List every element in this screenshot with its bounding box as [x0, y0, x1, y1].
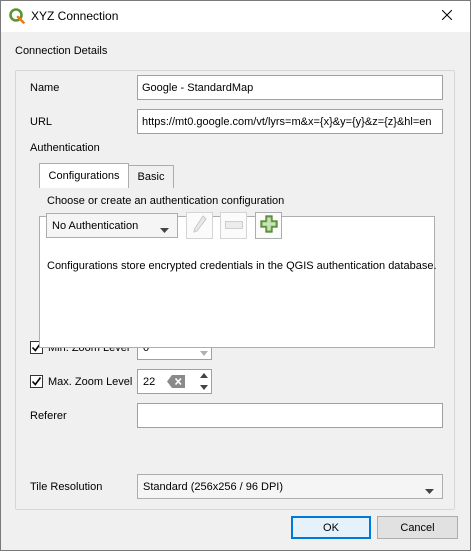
pencil-icon [192, 215, 207, 236]
choose-config-label: Choose or create an authentication confi… [47, 195, 285, 207]
tab-basic-label: Basic [137, 171, 165, 183]
authentication-label: Authentication [30, 142, 100, 154]
tile-resolution-label: Tile Resolution [30, 481, 103, 493]
max-zoom-value: 22 [143, 376, 156, 388]
auth-config-select[interactable]: No Authentication [46, 213, 178, 238]
group-title: Connection Details [15, 45, 108, 57]
max-zoom-label: Max. Zoom Level [48, 376, 133, 388]
xyz-connection-dialog: XYZ Connection Connection Details Name G… [0, 0, 471, 551]
qgis-icon [9, 8, 25, 24]
referer-label: Referer [30, 410, 67, 422]
window-title: XYZ Connection [31, 9, 119, 23]
chevron-down-icon [425, 485, 434, 497]
auth-config-value: No Authentication [52, 219, 139, 232]
clear-icon[interactable] [167, 375, 185, 391]
add-icon [259, 215, 278, 236]
checkmark-icon [31, 377, 42, 386]
chevron-down-icon [160, 224, 169, 236]
name-label: Name [30, 82, 60, 94]
url-label: URL [30, 116, 53, 128]
url-input[interactable]: https://mt0.google.com/vt/lyrs=m&x={x}&y… [137, 109, 443, 134]
dialog-content: Connection Details Name Google - Standar… [1, 32, 470, 550]
chevron-up-icon [199, 373, 208, 378]
edit-config-button[interactable] [186, 212, 213, 239]
max-zoom-increase-button[interactable] [196, 370, 211, 381]
tab-configurations-label: Configurations [48, 170, 120, 182]
remove-icon [224, 220, 243, 232]
max-zoom-checkbox[interactable] [30, 375, 43, 388]
min-zoom-decrease-button[interactable] [196, 348, 211, 359]
tab-configurations[interactable]: Configurations [39, 163, 129, 188]
name-input[interactable]: Google - StandardMap [137, 75, 443, 100]
auth-info-text: Configurations store encrypted credentia… [47, 260, 437, 272]
chevron-down-icon [199, 351, 208, 356]
max-zoom-stepper [196, 370, 211, 393]
chevron-down-icon [199, 385, 208, 390]
add-config-button[interactable] [255, 212, 282, 239]
tile-resolution-value: Standard (256x256 / 96 DPI) [143, 480, 284, 493]
tab-basic[interactable]: Basic [128, 165, 174, 188]
max-zoom-spinbox[interactable]: 22 [137, 369, 212, 394]
tile-resolution-select[interactable]: Standard (256x256 / 96 DPI) [137, 474, 443, 499]
referer-input[interactable] [137, 403, 443, 428]
ok-button-label: OK [323, 521, 339, 534]
max-zoom-decrease-button[interactable] [196, 382, 211, 393]
close-button[interactable] [424, 1, 470, 32]
cancel-button[interactable]: Cancel [377, 516, 458, 539]
cancel-button-label: Cancel [400, 521, 435, 534]
close-icon [441, 9, 453, 23]
ok-button[interactable]: OK [291, 516, 371, 539]
remove-config-button[interactable] [220, 212, 247, 239]
title-bar: XYZ Connection [1, 1, 470, 32]
